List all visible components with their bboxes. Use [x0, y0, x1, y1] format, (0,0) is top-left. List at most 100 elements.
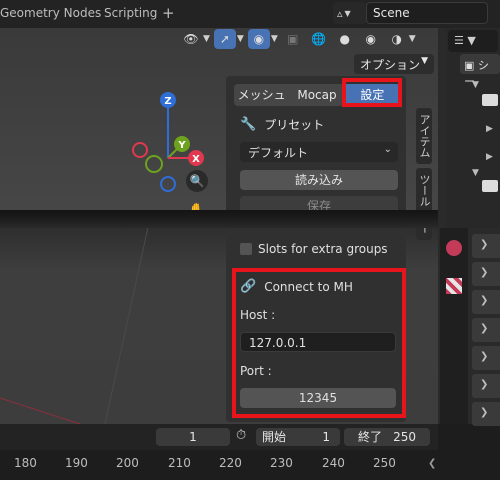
stopwatch-icon[interactable]: ⏱	[236, 428, 246, 443]
link-icon: 🔗	[240, 279, 257, 294]
connect-title: Connect to MH	[264, 279, 353, 294]
y-axis-label: Y	[177, 140, 186, 151]
start-frame-field[interactable]: 開始 1	[256, 428, 340, 446]
ruler-tick: 190	[65, 456, 88, 470]
collapsed-panel-row[interactable]: ❯	[472, 290, 500, 314]
slots-extra-groups-checkbox[interactable]: Slots for extra groups	[240, 242, 388, 256]
xray-toggle-icon[interactable]: ▣	[282, 29, 304, 49]
neg-y-axis-handle[interactable]	[145, 155, 163, 173]
collapsed-panel-row[interactable]: ❯	[472, 262, 500, 286]
timeline-ruler[interactable]: 180 190 200 210 220 230 240 250 ❮	[0, 450, 500, 480]
scene-icon: ▵	[337, 6, 343, 20]
options-label: オプション	[360, 58, 421, 72]
material-properties-icon[interactable]	[446, 240, 462, 256]
overlay-toggle-icon[interactable]: ◉	[247, 29, 270, 49]
chevron-right-icon: ❯	[480, 407, 489, 418]
chevron-down-icon: ▼	[421, 56, 428, 66]
expand-arrow-icon[interactable]: ▼	[472, 168, 479, 178]
chevron-down-icon: ▼	[344, 8, 351, 18]
neg-x-axis-handle[interactable]	[132, 142, 148, 158]
preset-value: デフォルト	[248, 146, 309, 160]
host-label: Host :	[240, 308, 276, 322]
neg-z-axis-handle[interactable]	[160, 176, 176, 192]
wrench-icon: 🔧	[240, 117, 257, 132]
start-label: 開始	[262, 430, 287, 444]
collapsed-panel-row[interactable]: ❯	[472, 374, 500, 398]
collapsed-panel-row[interactable]: ❯	[472, 346, 500, 370]
editor-type-icon[interactable]: ☰ ▼	[448, 30, 498, 52]
preset-section-header[interactable]: 🔧 プリセット	[240, 116, 324, 133]
ruler-tick: 250	[373, 456, 396, 470]
visibility-eye-icon[interactable]: 👁	[180, 29, 202, 49]
preset-header-label: プリセット	[264, 118, 325, 132]
workspace-bar: Geometry Nodes Scripting + ▵ ▼ Scene	[0, 0, 500, 28]
end-frame-field[interactable]: 終了 250	[344, 428, 430, 446]
chevron-right-icon: ❯	[480, 351, 489, 362]
outliner: ☰ ▼ ▣ シー ▼ ▶ ▶ ▼	[446, 28, 500, 228]
preset-dropdown[interactable]: デフォルト ⌄	[240, 142, 398, 162]
ruler-tick: 230	[270, 456, 293, 470]
ruler-tick: 240	[322, 456, 345, 470]
chevron-right-icon: ❯	[480, 295, 489, 306]
texture-properties-icon[interactable]	[446, 278, 462, 294]
start-value: 1	[322, 430, 330, 444]
ruler-tick: 220	[219, 456, 242, 470]
workspace-tab-geometry-nodes[interactable]: Geometry Nodes	[0, 6, 101, 20]
current-frame-field[interactable]: 1	[156, 428, 230, 446]
end-label: 終了	[358, 430, 383, 444]
navigation-gizmo[interactable]: Z Y X	[120, 86, 240, 206]
chevron-down-icon[interactable]: ▼	[409, 34, 416, 44]
add-workspace-button[interactable]: +	[162, 4, 175, 22]
screenshot-seam	[0, 210, 500, 228]
solid-shading-icon[interactable]: ●	[334, 29, 356, 49]
z-axis-label: Z	[164, 96, 171, 107]
expand-arrow-icon[interactable]: ▶	[486, 124, 493, 134]
scene-collection-icon: ▣	[464, 59, 475, 72]
chevron-right-icon: ❯	[480, 239, 489, 250]
chevron-down-icon[interactable]: ▼	[237, 34, 244, 44]
collection-icon[interactable]	[482, 180, 498, 192]
scene-selector-button[interactable]: ▵ ▼	[333, 2, 367, 24]
end-value: 250	[393, 430, 416, 444]
properties-tab-strip	[440, 228, 468, 424]
load-preset-button[interactable]: 読み込み	[240, 170, 398, 190]
material-shading-icon[interactable]: ◉	[360, 29, 382, 49]
ruler-tick: 180	[14, 456, 37, 470]
chevron-down-icon: ⌄	[383, 144, 392, 155]
workspace-tab-scripting[interactable]: Scripting	[104, 6, 157, 20]
sidebar-tab-tool[interactable]: ツール	[416, 168, 432, 213]
options-dropdown[interactable]: オプション ▼	[354, 54, 434, 74]
chevron-down-icon[interactable]: ▼	[203, 34, 210, 44]
ruler-tick: 210	[168, 456, 191, 470]
zoom-icon[interactable]: 🔍	[186, 170, 208, 192]
sidebar-tab-item[interactable]: アイテム	[416, 108, 432, 164]
host-input[interactable]: 127.0.0.1	[240, 332, 396, 352]
collapsed-panel-row[interactable]: ❯	[472, 402, 500, 426]
port-label: Port :	[240, 364, 272, 378]
gizmo-toggle-icon[interactable]: ➚	[213, 29, 236, 49]
ruler-tick: 200	[116, 456, 139, 470]
rendered-shading-icon[interactable]: ◑	[386, 29, 408, 49]
collapsed-panel-row[interactable]: ❯	[472, 318, 500, 342]
checkbox-box[interactable]	[240, 243, 252, 255]
expand-arrow-icon[interactable]: ▶	[486, 152, 493, 162]
expand-arrow-icon[interactable]: ▼	[472, 80, 479, 90]
properties-panel-rows: ❯ ❯ ❯ ❯ ❯ ❯ ❯	[472, 234, 500, 430]
chevron-left-icon[interactable]: ❮	[428, 458, 436, 469]
chevron-down-icon[interactable]: ▼	[271, 34, 278, 44]
viewport-header: 👁 ▼ ➚ ▼ ◉ ▼ ▣ 🌐 ● ◉ ◑ ▼	[180, 28, 416, 50]
highlight-settings-tab	[342, 78, 402, 107]
port-input[interactable]: 12345	[240, 388, 396, 408]
slots-label: Slots for extra groups	[258, 242, 388, 256]
scene-name-field[interactable]: Scene	[366, 2, 488, 24]
chevron-right-icon: ❯	[480, 267, 489, 278]
outliner-scene-row[interactable]: ▣ シー	[460, 54, 500, 88]
wireframe-shading-icon[interactable]: 🌐	[308, 29, 330, 49]
collection-icon[interactable]	[482, 94, 498, 106]
connect-section-header[interactable]: 🔗 Connect to MH	[240, 279, 353, 294]
tab-mesh[interactable]: メッシュ	[234, 84, 289, 106]
tab-mocap[interactable]: Mocap	[289, 84, 344, 106]
collapsed-panel-row[interactable]: ❯	[472, 234, 500, 258]
chevron-right-icon: ❯	[480, 323, 489, 334]
timeline-header: 1 ⏱ 開始 1 終了 250	[0, 424, 438, 450]
